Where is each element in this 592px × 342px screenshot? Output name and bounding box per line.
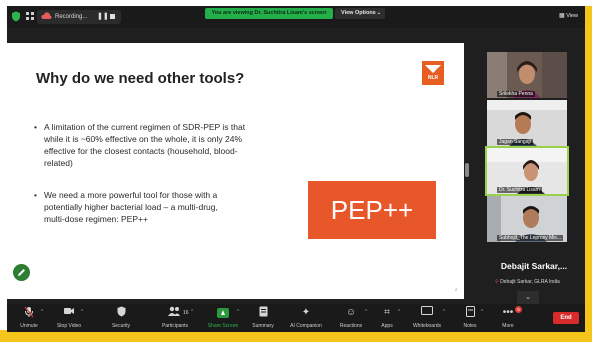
- meeting-window: Recording... ❚❚ You are viewing Dr. Such…: [7, 6, 585, 332]
- summary-label: Summary: [252, 323, 274, 329]
- reactions-button[interactable]: ☺ ^ Reactions: [333, 306, 369, 332]
- participants-button[interactable]: 16 ^ Participants: [155, 306, 195, 332]
- shared-slide: Why do we need other tools? NLR • A limi…: [7, 43, 464, 299]
- chevron-up-icon[interactable]: ^: [237, 309, 239, 315]
- bullet-item: • A limitation of the current regimen of…: [34, 121, 304, 171]
- cloud-record-icon: [41, 12, 53, 21]
- share-screen-button[interactable]: ^ Share Screen: [205, 306, 241, 332]
- top-bar: Recording... ❚❚ You are viewing Dr. Such…: [7, 6, 585, 28]
- ai-companion-button[interactable]: ✦ AI Companion: [285, 306, 327, 332]
- bullet-line: effective for the closest contacts (hous…: [44, 146, 238, 156]
- pencil-icon: [18, 269, 25, 276]
- chevron-down-icon: ⌄: [376, 10, 381, 16]
- pause-recording-icon[interactable]: ❚❚: [97, 11, 109, 23]
- more-badge: 5: [515, 306, 522, 313]
- recording-indicator: Recording... ❚❚: [37, 10, 121, 24]
- chevron-up-icon[interactable]: ^: [365, 309, 367, 315]
- share-screen-label: Share Screen: [207, 323, 239, 329]
- shield-icon[interactable]: [10, 11, 22, 22]
- chevron-up-icon[interactable]: ^: [81, 309, 83, 315]
- bullet-dot: •: [34, 190, 37, 200]
- bullet-line: while it is ~60% effective on the whole,…: [44, 134, 243, 144]
- panel-chevron-down-button[interactable]: ⌄: [517, 291, 539, 305]
- view-options-button[interactable]: View Options ⌄: [335, 8, 385, 19]
- summary-button[interactable]: Summary: [247, 306, 279, 332]
- active-speaker-name: Debajit Sarkar,...: [500, 261, 568, 271]
- participant-name: Jagan Sangaji: [497, 139, 533, 145]
- apps-icon: ⌗: [384, 307, 390, 318]
- share-screen-icon: [205, 306, 241, 320]
- view-button[interactable]: ▦ View: [559, 11, 581, 21]
- chevron-up-icon[interactable]: ^: [481, 309, 483, 315]
- meeting-toolbar: ^ Unmute ^ Stop Video Security 16 ^ Part…: [7, 304, 585, 332]
- participant-tile[interactable]: Subhojit_The Leprosy Mis...: [487, 196, 567, 242]
- bullet-dot: •: [34, 122, 37, 132]
- unmute-label: Unmute: [20, 323, 38, 329]
- view-options-label: View Options: [341, 10, 376, 16]
- bullet-item: • We need a more powerful tool for those…: [34, 189, 304, 227]
- participant-tile[interactable]: Jagan Sangaji: [487, 100, 567, 146]
- apps-label: Apps: [381, 323, 393, 329]
- ai-companion-icon: ✦: [301, 307, 311, 318]
- active-speaker-fullname: ⚲ Debajit Sarkar, GLRA India: [495, 279, 560, 285]
- recording-label: Recording...: [55, 14, 88, 20]
- whiteboard-icon: [407, 306, 447, 320]
- chevron-up-icon[interactable]: ^: [191, 309, 193, 315]
- participants-count: 16: [183, 310, 189, 316]
- notes-label: Notes: [463, 323, 477, 329]
- stop-video-label: Stop Video: [56, 323, 82, 329]
- security-label: Security: [111, 323, 131, 329]
- bullet-line: We need a more powerful tool for those w…: [44, 190, 218, 200]
- viewing-screen-banner: You are viewing Dr. Suchitra Lisam's scr…: [205, 8, 333, 19]
- participants-icon: 16: [155, 306, 195, 320]
- pep-label: PEP++: [330, 195, 414, 225]
- stop-recording-icon[interactable]: [110, 14, 115, 19]
- whiteboards-button[interactable]: ^ Whiteboards: [407, 306, 447, 332]
- participant-tile-active[interactable]: Dr. Suchitra Lisam: [485, 146, 569, 196]
- reactions-icon: ☺: [345, 307, 357, 318]
- reactions-label: Reactions: [339, 323, 363, 329]
- nlr-logo: NLR: [422, 61, 444, 85]
- participant-tile[interactable]: Srilekha Penna: [487, 52, 567, 98]
- logo-text: NLR: [427, 75, 439, 81]
- logo-mark-icon: [425, 65, 441, 73]
- grid-icon[interactable]: [24, 11, 36, 22]
- ai-companion-label: AI Companion: [290, 323, 322, 329]
- apps-button[interactable]: ⌗ ^ Apps: [373, 306, 401, 332]
- unmute-button[interactable]: ^ Unmute: [11, 306, 47, 332]
- microphone-muted-icon: ⚲: [495, 279, 499, 285]
- chevron-down-icon: ⌄: [525, 294, 531, 301]
- chevron-up-icon[interactable]: ^: [398, 309, 400, 315]
- panel-resize-handle[interactable]: [465, 163, 469, 177]
- stop-video-button[interactable]: ^ Stop Video: [51, 306, 87, 332]
- summary-icon: [247, 306, 279, 320]
- bullet-line: related): [44, 158, 73, 168]
- bullet-line: A limitation of the current regimen of S…: [44, 122, 246, 132]
- participant-name: Dr. Suchitra Lisam: [497, 187, 542, 193]
- more-button[interactable]: ••• 5 More: [493, 306, 523, 332]
- view-grid-icon: ▦: [559, 13, 565, 19]
- slide-page-number: 2: [455, 287, 458, 292]
- annotate-button[interactable]: [13, 264, 30, 281]
- security-button[interactable]: Security: [105, 306, 137, 332]
- view-button-label: View: [566, 13, 579, 19]
- participant-name: Srilekha Penna: [497, 91, 535, 97]
- chevron-up-icon[interactable]: ^: [41, 309, 43, 315]
- more-label: More: [502, 323, 514, 329]
- bullet-line: multi-dose regimen: PEP++: [44, 214, 148, 224]
- active-speaker-label: Debajit Sarkar, GLRA India: [500, 279, 560, 285]
- participants-label: Participants: [161, 323, 189, 329]
- bullet-line: potentially higher bacterial load – a mu…: [44, 202, 218, 212]
- chevron-up-icon[interactable]: ^: [443, 309, 445, 315]
- participant-name: Subhojit_The Leprosy Mis...: [497, 235, 563, 241]
- notes-button[interactable]: ^ Notes: [455, 306, 485, 332]
- slide-title: Why do we need other tools?: [36, 70, 245, 87]
- pep-plus-plus-graphic: PEP++: [308, 181, 436, 239]
- shield-icon: [105, 306, 137, 320]
- whiteboards-label: Whiteboards: [412, 323, 442, 329]
- end-meeting-button[interactable]: End: [553, 312, 579, 324]
